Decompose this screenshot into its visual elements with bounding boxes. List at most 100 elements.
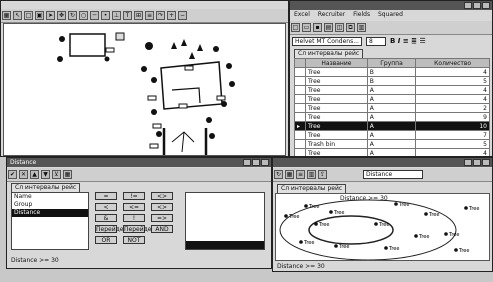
menu-item[interactable]: Excel — [294, 11, 310, 18]
cell-group[interactable]: B — [366, 67, 417, 77]
bold-icon[interactable]: B — [390, 37, 395, 45]
cell-name[interactable]: Tree — [305, 67, 368, 77]
operator-button[interactable]: NOT — [123, 236, 145, 244]
rotate-icon[interactable]: ↻ — [68, 11, 77, 20]
line-icon[interactable]: ─ — [90, 11, 99, 20]
cell-group[interactable]: A — [366, 139, 417, 149]
print-icon[interactable]: ▤ — [324, 23, 333, 32]
save-icon[interactable]: ▪ — [313, 23, 322, 32]
funnel-icon[interactable]: ⊻ — [52, 170, 61, 179]
maximize-button[interactable] — [252, 159, 260, 166]
table-row[interactable]: Tree A 2 — [294, 103, 490, 113]
cluster-point[interactable] — [334, 244, 338, 248]
cluster-point[interactable] — [299, 240, 303, 244]
menu-item[interactable]: Recruiter — [318, 11, 345, 18]
cell-value[interactable]: 4 — [415, 67, 490, 77]
cursor-icon[interactable]: ↖ — [13, 11, 22, 20]
grid-icon[interactable]: ▦ — [2, 11, 11, 20]
table-row[interactable]: Tree A 4 — [294, 148, 490, 156]
align-icon[interactable]: ≡ — [403, 37, 409, 45]
tab-intervals[interactable]: Сл интервалы рейс — [294, 49, 364, 58]
table-row[interactable]: Tree A 7 — [294, 130, 490, 140]
operator-button[interactable]: & — [95, 214, 117, 222]
row-marker[interactable]: ▸ — [294, 121, 306, 131]
row-marker[interactable] — [294, 103, 306, 113]
cell-value[interactable]: 4 — [415, 148, 490, 156]
cell-value[interactable]: 10 — [415, 121, 490, 131]
layer-icon[interactable]: ≡ — [145, 11, 154, 20]
lock-icon[interactable]: ▲ — [30, 170, 39, 179]
operator-button[interactable]: <> — [151, 192, 173, 200]
row-marker[interactable] — [294, 85, 306, 95]
table-row[interactable]: Tree B 5 — [294, 76, 490, 86]
list-item[interactable]: Name — [12, 193, 88, 201]
cell-value[interactable]: 2 — [415, 103, 490, 113]
cluster-point[interactable] — [374, 222, 378, 226]
chart-icon[interactable]: ▥ — [307, 170, 316, 179]
cluster-point[interactable] — [304, 204, 308, 208]
paste-icon[interactable]: ▥ — [357, 23, 366, 32]
minimize-button[interactable] — [464, 2, 472, 9]
cell-name[interactable]: Tree — [305, 112, 368, 122]
operator-button[interactable]: != — [123, 192, 145, 200]
cluster-point[interactable] — [284, 214, 288, 218]
cell-group[interactable]: A — [366, 121, 417, 131]
cell-group[interactable]: A — [366, 85, 417, 95]
point-icon[interactable]: • — [101, 11, 110, 20]
row-marker[interactable] — [294, 112, 306, 122]
cluster-point[interactable] — [414, 234, 418, 238]
operator-button[interactable]: ! — [123, 214, 145, 222]
cell-value[interactable]: 5 — [415, 139, 490, 149]
size-select[interactable]: 8 — [366, 37, 386, 46]
row-marker[interactable] — [294, 94, 306, 104]
cell-group[interactable]: A — [366, 103, 417, 113]
table-row[interactable]: Trash bin A 5 — [294, 139, 490, 149]
table-row[interactable]: ▸ Tree A 10 — [294, 121, 490, 131]
cell-name[interactable]: Tree — [305, 76, 368, 86]
open-icon[interactable]: ▭ — [302, 23, 311, 32]
cluster-point[interactable] — [394, 202, 398, 206]
maximize-button[interactable] — [473, 159, 481, 166]
move-icon[interactable]: ✥ — [57, 11, 66, 20]
cluster-point[interactable] — [454, 248, 458, 252]
column-header[interactable]: Количество — [415, 58, 490, 68]
close-button[interactable] — [482, 2, 490, 9]
font-select[interactable]: Helvet MT Condens... — [292, 37, 362, 46]
table-row[interactable]: Tree A 9 — [294, 112, 490, 122]
close-button[interactable] — [482, 159, 490, 166]
select-icon[interactable]: ▣ — [35, 11, 44, 20]
tab-intervals[interactable]: Сл интервалы рейс — [11, 183, 81, 192]
field-list[interactable]: Name Group Distance — [11, 192, 89, 250]
list-item[interactable]: Distance — [12, 209, 88, 217]
grid-icon[interactable]: ▦ — [63, 170, 72, 179]
table-row[interactable]: Tree A 4 — [294, 85, 490, 95]
minimize-button[interactable] — [464, 159, 472, 166]
cluster-point[interactable] — [329, 210, 333, 214]
check-icon[interactable]: ✔ — [8, 170, 17, 179]
arrow-icon[interactable]: ➤ — [46, 11, 55, 20]
close-button[interactable] — [261, 159, 269, 166]
column-header[interactable]: Название — [305, 58, 368, 68]
operator-button[interactable]: = — [95, 192, 117, 200]
operator-button[interactable]: Перейдет — [95, 225, 127, 233]
menu-item[interactable]: Squared — [378, 11, 403, 18]
cell-name[interactable]: Trash bin — [305, 139, 368, 149]
align-right-icon[interactable]: ≣ — [411, 37, 417, 45]
cluster-point[interactable] — [424, 212, 428, 216]
value-list[interactable] — [185, 192, 265, 250]
operator-button[interactable]: AND — [151, 225, 173, 233]
measure-icon[interactable]: ⊥ — [112, 11, 121, 20]
cell-name[interactable]: Tree — [305, 130, 368, 140]
grid-icon[interactable]: ▦ — [285, 170, 294, 179]
preview-icon[interactable]: ◫ — [335, 23, 344, 32]
minimize-button[interactable] — [243, 159, 251, 166]
operator-button[interactable]: => — [151, 214, 173, 222]
row-marker[interactable] — [294, 76, 306, 86]
cell-group[interactable]: B — [366, 76, 417, 86]
cell-name[interactable]: Tree — [305, 121, 368, 131]
cell-value[interactable]: 4 — [415, 85, 490, 95]
operator-button[interactable]: OR — [95, 236, 117, 244]
cluster-point[interactable] — [444, 232, 448, 236]
cluster-canvas[interactable]: Tree Tree Tree Tree Tree Tree Tree Tree Tree Tree… — [275, 193, 490, 261]
table-row[interactable]: Tree B 4 — [294, 67, 490, 77]
